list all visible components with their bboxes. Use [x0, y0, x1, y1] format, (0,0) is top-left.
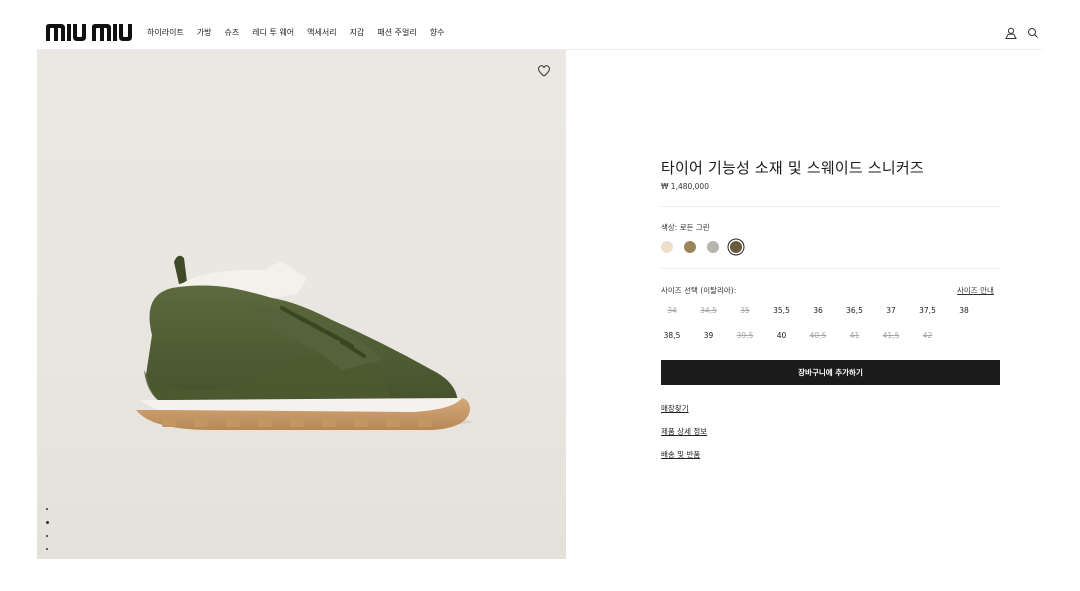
size-option[interactable]: 40	[767, 327, 797, 345]
product-details-link[interactable]: 제품 상세 정보	[661, 426, 707, 437]
size-option[interactable]: 39	[694, 327, 724, 345]
site-header: 하이라이트 가방 슈즈 레디 투 웨어 액세서리 지갑 패션 주얼리 향수	[0, 0, 1080, 50]
store-locator-link[interactable]: 매장찾기	[661, 403, 689, 414]
size-option[interactable]: 36,5	[840, 302, 870, 320]
size-option[interactable]: 37,5	[913, 302, 943, 320]
divider	[661, 206, 1000, 207]
gallery-pagination	[45, 508, 49, 559]
product-image-sneaker	[136, 255, 472, 430]
nav-highlights[interactable]: 하이라이트	[147, 28, 184, 38]
gallery-dot[interactable]	[46, 508, 48, 510]
size-option: 42	[922, 331, 933, 340]
gallery-dot-active[interactable]	[45, 521, 49, 524]
nav-fragrance[interactable]: 향수	[430, 28, 445, 38]
shipping-returns-link[interactable]: 배송 및 반품	[661, 449, 700, 460]
size-option: 39,5	[736, 331, 754, 340]
divider	[661, 268, 1000, 269]
nav-accessories[interactable]: 액세서리	[307, 28, 336, 38]
account-icon[interactable]	[1005, 27, 1017, 39]
nav-shoes[interactable]: 슈즈	[225, 28, 240, 38]
size-option[interactable]: 37	[876, 302, 906, 320]
main-nav: 하이라이트 가방 슈즈 레디 투 웨어 액세서리 지갑 패션 주얼리 향수	[147, 28, 457, 38]
color-swatches	[661, 241, 753, 253]
size-option: 41	[849, 331, 860, 340]
product-price: ₩ 1,480,000	[661, 182, 709, 191]
brand-logo[interactable]	[46, 23, 132, 46]
nav-fashion-jewelry[interactable]: 패션 주얼리	[377, 28, 416, 38]
size-option[interactable]: 36	[803, 302, 833, 320]
color-swatch[interactable]	[684, 241, 696, 253]
size-option: 41,5	[882, 331, 900, 340]
nav-bags[interactable]: 가방	[197, 28, 212, 38]
nav-ready-to-wear[interactable]: 레디 투 웨어	[252, 28, 294, 38]
color-swatch[interactable]	[661, 241, 673, 253]
size-option: 34,5	[700, 306, 717, 315]
add-to-cart-button[interactable]: 장바구니에 추가하기	[661, 360, 1000, 385]
size-option: 34	[667, 306, 677, 315]
product-title: 타이어 기능성 소재 및 스웨이드 스니커즈	[661, 159, 924, 177]
size-option: 35	[740, 306, 750, 315]
gallery-dot[interactable]	[46, 548, 48, 550]
search-icon[interactable]	[1027, 27, 1039, 39]
size-option[interactable]: 35,5	[767, 302, 797, 320]
nav-wallets[interactable]: 지갑	[350, 28, 365, 38]
gallery-dot[interactable]	[46, 535, 48, 537]
size-option[interactable]: 38,5	[657, 327, 687, 345]
color-swatch[interactable]	[707, 241, 719, 253]
color-label: 색상: 로든 그린	[661, 223, 710, 232]
miu-miu-logo	[46, 24, 132, 41]
size-select-label: 사이즈 선택 (이탈리아):	[661, 286, 737, 295]
size-guide-link[interactable]: 사이즈 안내	[957, 285, 994, 296]
color-swatch[interactable]	[730, 241, 742, 253]
size-option[interactable]: 38	[949, 302, 979, 320]
size-option: 40,5	[809, 331, 827, 340]
wishlist-heart-icon[interactable]	[537, 63, 551, 77]
product-image-gallery[interactable]	[37, 50, 566, 559]
